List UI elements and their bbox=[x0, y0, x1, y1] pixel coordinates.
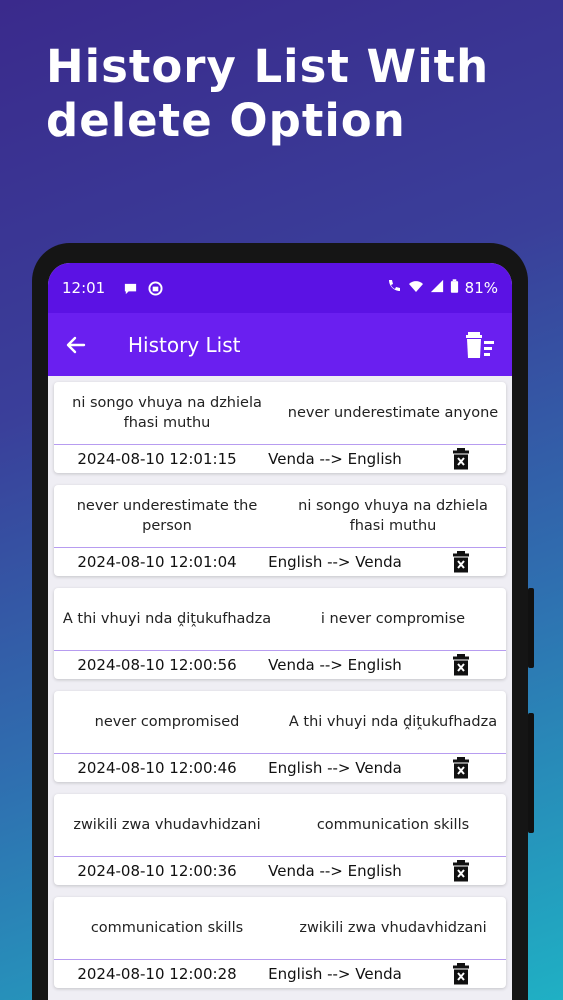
history-card[interactable]: zwikili zwa vhudavhidzani communication … bbox=[54, 794, 506, 885]
direction: English --> Venda bbox=[268, 759, 402, 777]
direction: English --> Venda bbox=[268, 965, 402, 983]
target-text: A thi vhuyi nda ḓiṱukufhadza bbox=[288, 714, 498, 730]
timestamp: 2024-08-10 12:01:15 bbox=[77, 450, 237, 468]
app-notification-icon bbox=[148, 280, 163, 296]
app-screen: 12:01 81% History List ni songo vhuya na… bbox=[48, 263, 512, 1000]
power-button bbox=[528, 713, 534, 833]
target-text: never underestimate anyone bbox=[287, 405, 499, 421]
direction: Venda --> English bbox=[268, 450, 402, 468]
source-text: never compromised bbox=[94, 714, 240, 730]
promo-headline: History List With delete Option bbox=[46, 40, 490, 147]
direction: Venda --> English bbox=[268, 656, 402, 674]
arrow-left-icon[interactable] bbox=[64, 332, 90, 358]
direction: Venda --> English bbox=[268, 862, 402, 880]
history-card[interactable]: communication skills zwikili zwa vhudavh… bbox=[54, 897, 506, 988]
timestamp: 2024-08-10 12:00:56 bbox=[77, 656, 237, 674]
history-card[interactable]: ni songo vhuya na dzhiela fhasi muthu ne… bbox=[54, 382, 506, 473]
timestamp: 2024-08-10 12:00:46 bbox=[77, 759, 237, 777]
history-list: ni songo vhuya na dzhiela fhasi muthu ne… bbox=[48, 376, 512, 988]
target-text: ni songo vhuya na dzhiela fhasi muthu bbox=[298, 498, 488, 534]
wifi-icon bbox=[408, 278, 424, 298]
source-text: never underestimate the person bbox=[76, 498, 258, 534]
battery-level: 81% bbox=[464, 279, 498, 297]
timestamp: 2024-08-10 12:00:28 bbox=[77, 965, 237, 983]
source-text: zwikili zwa vhudavhidzani bbox=[73, 817, 261, 833]
clear-all-icon[interactable] bbox=[464, 329, 496, 361]
app-bar: History List bbox=[48, 313, 512, 376]
phone-frame: 12:01 81% History List ni songo vhuya na… bbox=[32, 243, 534, 1000]
history-card[interactable]: A thi vhuyi nda ḓiṱukufhadza i never com… bbox=[54, 588, 506, 679]
target-text: zwikili zwa vhudavhidzani bbox=[299, 920, 487, 936]
page-title: History List bbox=[128, 332, 241, 357]
timestamp: 2024-08-10 12:01:04 bbox=[77, 553, 237, 571]
direction: English --> Venda bbox=[268, 553, 402, 571]
history-card[interactable]: never underestimate the person ni songo … bbox=[54, 485, 506, 576]
source-text: communication skills bbox=[90, 920, 244, 936]
target-text: communication skills bbox=[316, 817, 470, 833]
volume-button bbox=[528, 588, 534, 668]
chat-notification-icon bbox=[123, 281, 138, 296]
source-text: ni songo vhuya na dzhiela fhasi muthu bbox=[72, 395, 262, 431]
delete-icon[interactable] bbox=[452, 551, 470, 573]
delete-icon[interactable] bbox=[452, 757, 470, 779]
timestamp: 2024-08-10 12:00:36 bbox=[77, 862, 237, 880]
delete-icon[interactable] bbox=[452, 963, 470, 985]
battery-icon bbox=[450, 278, 459, 298]
status-bar: 12:01 81% bbox=[48, 263, 512, 313]
status-time: 12:01 bbox=[62, 279, 106, 297]
call-icon bbox=[386, 278, 402, 298]
delete-icon[interactable] bbox=[452, 860, 470, 882]
signal-icon bbox=[430, 279, 444, 297]
status-indicators: 81% bbox=[386, 278, 498, 298]
delete-icon[interactable] bbox=[452, 448, 470, 470]
history-card[interactable]: never compromised A thi vhuyi nda ḓiṱuku… bbox=[54, 691, 506, 782]
target-text: i never compromise bbox=[320, 611, 466, 627]
delete-icon[interactable] bbox=[452, 654, 470, 676]
source-text: A thi vhuyi nda ḓiṱukufhadza bbox=[62, 611, 272, 627]
